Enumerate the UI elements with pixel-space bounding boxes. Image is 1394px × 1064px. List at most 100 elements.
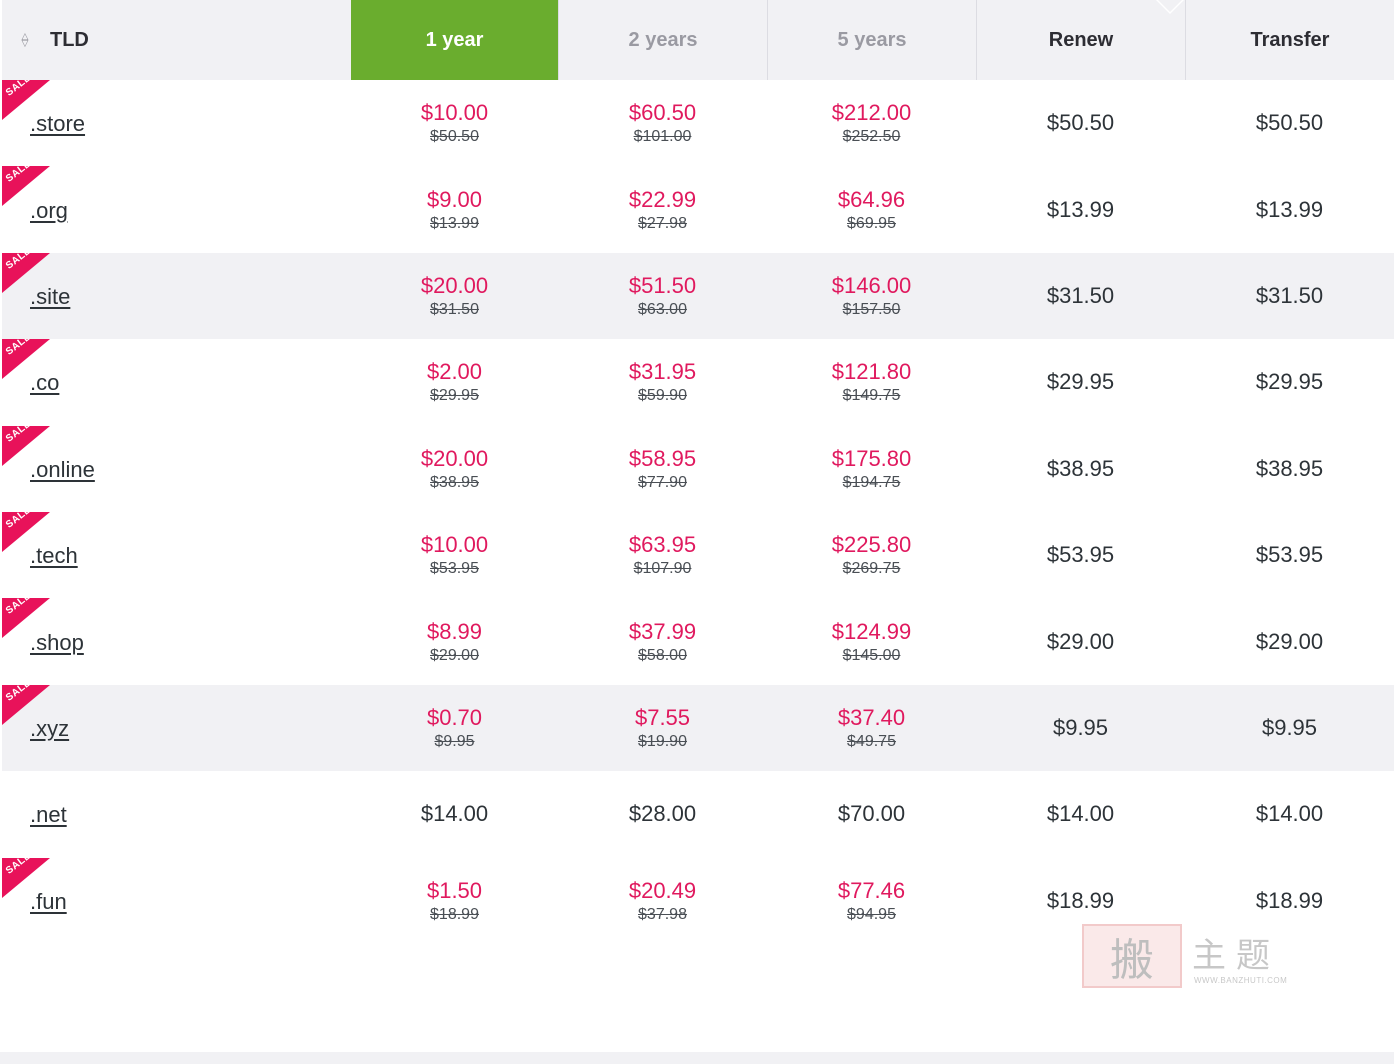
sale-price: $121.80 [831, 359, 912, 385]
original-price: $37.98 [638, 905, 687, 923]
renew-cell: $9.95 [976, 685, 1185, 771]
transfer-price: $13.99 [1255, 196, 1324, 222]
original-price: $145.00 [842, 646, 901, 664]
original-price: $94.95 [847, 905, 896, 923]
price-y1-cell: $20.00 $38.95 [351, 426, 558, 512]
price-y2-cell: $37.99 $58.00 [558, 598, 767, 684]
tld-cell: .xyz [2, 685, 351, 771]
price-y1-cell: $20.00 $31.50 [351, 253, 558, 339]
renew-price: $29.95 [1046, 369, 1115, 395]
table-row: SALE .shop $8.99 $29.00 $37.99 $58.00 $124.99 $… [2, 598, 1394, 684]
tld-link[interactable]: .tech [30, 543, 78, 569]
sale-price: $146.00 [831, 272, 912, 298]
renew-cell: $13.99 [976, 166, 1185, 252]
watermark-logo: 搬 主题 WWW.BANZHUTI.COM [1082, 924, 1312, 990]
renew-price: $9.95 [1052, 714, 1109, 740]
sale-price: $9.00 [426, 186, 483, 212]
tld-link[interactable]: .co [30, 370, 59, 396]
original-price: $31.50 [430, 300, 479, 318]
price-y2-cell: $20.49 $37.98 [558, 858, 767, 944]
sale-price: $124.99 [831, 618, 912, 644]
original-price: $194.75 [842, 473, 901, 491]
sale-price: $37.99 [628, 618, 697, 644]
watermark-url: WWW.BANZHUTI.COM [1194, 976, 1288, 985]
sale-price: $2.00 [426, 359, 483, 385]
tld-cell: .online [2, 426, 351, 512]
tld-cell: .fun [2, 858, 351, 944]
tld-header-label: TLD [50, 28, 89, 51]
original-price: $77.90 [638, 473, 687, 491]
price-y1-cell: $10.00 $50.50 [351, 80, 558, 166]
price-y5-cell: $146.00 $157.50 [767, 253, 976, 339]
pointer-notch-inner [1157, 0, 1183, 12]
renew-price: $29.00 [1046, 628, 1115, 654]
renew-price: $53.95 [1046, 542, 1115, 568]
price-y5-cell: $70.00 [767, 771, 976, 857]
watermark-chars: 主题 [1192, 936, 1280, 976]
original-price: $107.90 [633, 560, 692, 578]
sale-price: $58.95 [628, 445, 697, 471]
renew-price: $50.50 [1046, 110, 1115, 136]
tld-cell: .co [2, 339, 351, 425]
tld-link[interactable]: .store [30, 111, 85, 137]
tab-1-year[interactable]: 1 year [351, 0, 558, 80]
tld-link[interactable]: .shop [30, 630, 84, 656]
table-row: SALE .tech $10.00 $53.95 $63.95 $107.90 $225.8… [2, 511, 1394, 598]
sale-price: $1.50 [426, 877, 483, 903]
table-row: SALE .xyz $0.70 $9.95 $7.55 $19.90 $37.40 $49.7… [2, 684, 1394, 772]
tld-link[interactable]: .org [30, 198, 68, 224]
tld-cell: .net [2, 771, 351, 857]
tab-2-years[interactable]: 2 years [558, 0, 767, 80]
renew-price: $38.95 [1046, 455, 1115, 481]
price-y5-cell: $225.80 $269.75 [767, 512, 976, 598]
tld-link[interactable]: .online [30, 457, 95, 483]
price-y1-cell: $10.00 $53.95 [351, 512, 558, 598]
original-price: $38.95 [430, 473, 479, 491]
tld-link[interactable]: .net [30, 802, 67, 828]
table-body: SALE .store $10.00 $50.50 $60.50 $101.00 $212.… [2, 80, 1394, 944]
original-price: $58.00 [638, 646, 687, 664]
original-price: $59.90 [638, 387, 687, 405]
renew-price: $13.99 [1046, 196, 1115, 222]
price: $14.00 [420, 801, 489, 827]
price: $70.00 [837, 801, 906, 827]
transfer-price: $29.00 [1255, 628, 1324, 654]
tld-link[interactable]: .xyz [30, 716, 69, 742]
renew-cell: $31.50 [976, 253, 1185, 339]
sort-tld-header[interactable]: △ ▽ TLD [2, 0, 351, 80]
price-y2-cell: $31.95 $59.90 [558, 339, 767, 425]
original-price: $18.99 [430, 905, 479, 923]
tld-link[interactable]: .fun [30, 889, 67, 915]
transfer-price: $9.95 [1261, 714, 1318, 740]
price-y1-cell: $9.00 $13.99 [351, 166, 558, 252]
tld-cell: .org [2, 166, 351, 252]
price-y1-cell: $0.70 $9.95 [351, 685, 558, 771]
renew-cell: $14.00 [976, 771, 1185, 857]
original-price: $149.75 [842, 387, 901, 405]
price-y1-cell: $8.99 $29.00 [351, 598, 558, 684]
renew-price: $14.00 [1046, 801, 1115, 827]
watermark-seal: 搬 [1082, 924, 1182, 988]
transfer-cell: $29.00 [1185, 598, 1394, 684]
price-y2-cell: $7.55 $19.90 [558, 685, 767, 771]
sale-price: $225.80 [831, 532, 912, 558]
transfer-cell: $13.99 [1185, 166, 1394, 252]
tab-5-years[interactable]: 5 years [767, 0, 976, 80]
original-price: $27.98 [638, 214, 687, 232]
original-price: $269.75 [842, 560, 901, 578]
price-y2-cell: $22.99 $27.98 [558, 166, 767, 252]
sale-price: $10.00 [420, 532, 489, 558]
original-price: $19.90 [638, 732, 687, 750]
sort-icon: △ ▽ [21, 31, 29, 48]
tld-link[interactable]: .site [30, 284, 70, 310]
domain-pricing-table: △ ▽ TLD 1 year 2 years 5 years Renew Tran… [2, 0, 1394, 944]
transfer-cell: $50.50 [1185, 80, 1394, 166]
price-y5-cell: $175.80 $194.75 [767, 426, 976, 512]
transfer-price: $50.50 [1255, 110, 1324, 136]
sale-price: $20.49 [628, 877, 697, 903]
table-header: △ ▽ TLD 1 year 2 years 5 years Renew Tran… [2, 0, 1394, 80]
table-row: SALE .org $9.00 $13.99 $22.99 $27.98 $64.96 $69… [2, 166, 1394, 252]
sale-price: $77.46 [837, 877, 906, 903]
sale-price: $10.00 [420, 100, 489, 126]
price-y1-cell: $2.00 $29.95 [351, 339, 558, 425]
